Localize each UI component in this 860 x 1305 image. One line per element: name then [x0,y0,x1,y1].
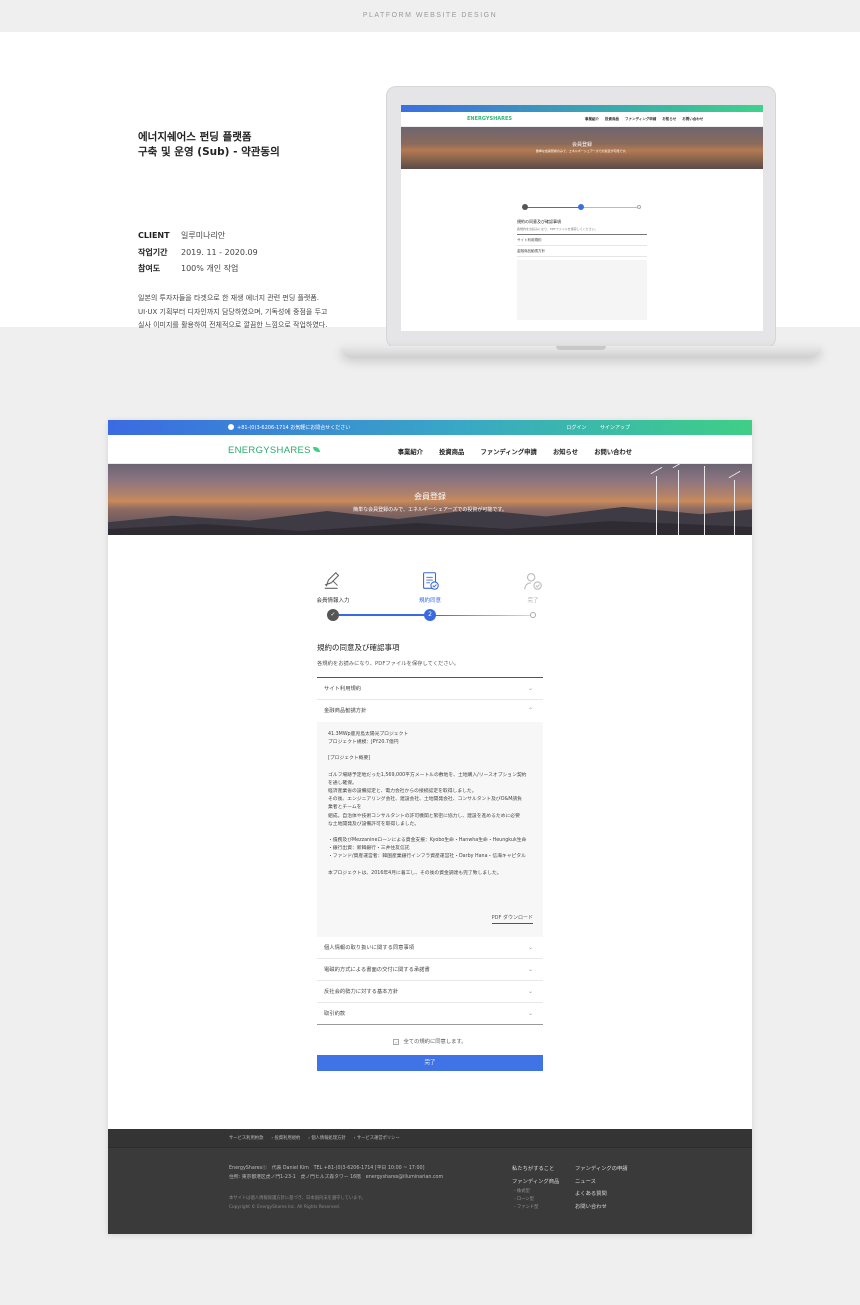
footer-link-products[interactable]: ファンディング商品 [512,1176,559,1189]
page-label: PLATFORM WEBSITE DESIGN [362,12,498,19]
footer-link-contact[interactable]: お問い合わせ [575,1201,628,1214]
footer-link-about[interactable]: 私たちがすること [512,1163,559,1176]
site-logo[interactable]: ENERGYSHARES [228,445,320,456]
nav-item-news[interactable]: お知らせ [553,449,578,456]
top-bar: +81-(0)3-6206-1714 お気軽にお問合せください ログイン サイン… [108,420,752,435]
accordion-antisocial[interactable]: 反社会的勢力に対する基本方針 ⌄ [317,981,543,1003]
mini-nav: ENERGYSHARES 事業紹介 投資商品 ファンディング申請 お知らせ お問い合わせ [401,112,763,127]
section-subtitle: 各規約をお読みになり、PDFファイルを保存してください。 [317,661,460,667]
project-title: 에너지쉐어스 펀딩 플랫폼 구축 및 운영 (Sub) - 약관동의 [138,131,280,158]
mini-menu: 事業紹介 投資商品 ファンディング申請 お知らせ お問い合わせ [585,117,704,121]
site-page: +81-(0)3-6206-1714 お気軽にお問合せください ログイン サイン… [108,420,752,1234]
terms-accordion: サイト利用規約 ⌄ 金融商品勧誘方針 ⌃ 41.3MWp鹿児島太陽光プロジェクト プ… [317,677,543,1025]
step1-check-icon: ✓ [327,609,339,621]
footer-company-info: EnergySharesⓒ 代表 Daniel Kim TEL +81-(0)3… [229,1166,444,1180]
pencil-form-icon [324,571,340,589]
footer-link-apply[interactable]: ファンディングの申請 [575,1163,628,1176]
phone-icon [228,424,234,430]
step3-dot [530,612,536,618]
step2-number: 2 [424,609,436,621]
main-nav: ENERGYSHARES 事業紹介 投資商品 ファンディング申請 お知らせ お問… [108,435,752,464]
hero-subtitle: 簡単な会員登録のみで、エネルギーシェアーズでの投資が可能です。 [353,507,507,513]
footer-col-2: ファンディングの申請 ニュース よくある質問 お問い合わせ [575,1163,628,1213]
footer-link-policy[interactable]: サービス運営ポリシー [357,1136,400,1141]
accordion-electronic-docs[interactable]: 電磁的方式による書面の交付に関する承諾書 ⌄ [317,959,543,981]
nav-item-funding[interactable]: ファンディング申請 [481,449,537,456]
site-footer: サービス利用約款 › 投資利用規約 › 個人情報処理方針 › サービス運営ポリシー E… [108,1129,752,1234]
document-check-icon [423,572,439,590]
complete-button[interactable]: 完了 [317,1055,543,1071]
chevron-down-icon: ⌄ [527,944,533,951]
signup-link[interactable]: サインアップ [600,425,630,431]
accordion-site-terms[interactable]: サイト利用規約 ⌄ [317,678,543,700]
footer-copyright: 本サイトは個人情報保護方針に基づき、日本国内法を遵守しています。 Copyrig… [229,1196,366,1210]
login-link[interactable]: ログイン [566,425,586,431]
leaf-icon [312,447,320,452]
step-member-info: 会員情報入力 [303,570,363,604]
footer-link-faq[interactable]: よくある質問 [575,1188,628,1201]
chevron-down-icon: ⌄ [527,966,533,973]
footer-col-1: 私たちがすること ファンディング商品 - 株式型 - ローン型 - ファンド型 [512,1163,559,1212]
accordion-solicitation-policy[interactable]: 金融商品勧誘方針 ⌃ [317,700,543,722]
pdf-download-link[interactable]: PDF ダウンロード [491,914,533,924]
chevron-up-icon: ⌃ [527,707,533,714]
accordion-content: 41.3MWp鹿児島太陽光プロジェクト プロジェクト規模：JPY20.7億円 [… [317,722,543,937]
mini-logo: ENERGYSHARES [467,116,513,122]
user-check-icon [524,573,542,590]
progress-steps: 会員情報入力 規約同意 完了 ✓ 2 [316,570,543,626]
chevron-down-icon: ⌄ [527,685,533,692]
section-title: 規約の同意及び確認事項 [317,643,400,652]
project-description: 일본의 투자자들을 타겟으로 한 재생 에너지 관련 펀딩 플랫폼. UI·UX… [138,294,328,329]
content-area: 会員情報入力 規約同意 完了 ✓ 2 規約の同意及び確認事項 各規約をお読みにな… [316,570,543,1071]
footer-link-invest[interactable]: 投資利用規約 [274,1136,300,1141]
mini-hero: 会員登録 簡単な会員登録のみで、エネルギーシェアーズでの投資が可能です。 [401,127,763,169]
laptop-screen: ENERGYSHARES 事業紹介 投資商品 ファンディング申請 お知らせ お問い合わせ… [401,105,763,331]
project-meta: CLIENT 일루미나리안 작업기간 2019. 11 - 2020.09 참여도 1… [138,231,258,273]
footer-link-service[interactable]: サービス利用約款 [229,1136,263,1141]
hero-banner: 会員登録 簡単な会員登録のみで、エネルギーシェアーズでの投資が可能です。 [108,464,752,535]
mini-body: 規約の同意及び確認事項 各規約をお読みになり、PDFファイルを保存してください。… [401,219,763,320]
footer-link-news[interactable]: ニュース [575,1176,628,1189]
mini-topbar [401,105,763,112]
accordion-trading-terms[interactable]: 取引約款 ⌄ [317,1003,543,1025]
nav-item-contact[interactable]: お問い合わせ [594,449,632,456]
hero-title: 会員登録 [414,492,446,501]
footer-links: サービス利用約款 › 投資利用規約 › 個人情報処理方針 › サービス運営ポリシー [108,1129,752,1148]
chevron-down-icon: ⌄ [527,988,533,995]
step-agreement: 規約同意 [400,570,460,604]
agree-checkbox[interactable]: ✓ [393,1039,400,1045]
chevron-down-icon: ⌄ [527,1010,533,1017]
nav-item-business[interactable]: 事業紹介 [398,449,423,456]
nav-item-products[interactable]: 投資商品 [439,449,464,456]
agree-all[interactable]: ✓ 全ての規約に同意します。 [317,1037,543,1045]
laptop-mockup: ENERGYSHARES 事業紹介 投資商品 ファンディング申請 お知らせ お問い合わせ… [386,86,776,348]
auth-links: ログイン サインアップ [554,424,630,431]
mini-steps [401,169,763,219]
accordion-privacy[interactable]: 個人情報の取り扱いに関する同意事項 ⌄ [317,937,543,959]
step-complete: 完了 [503,570,563,604]
footer-link-privacy[interactable]: 個人情報処理方針 [311,1136,345,1141]
phone-info: +81-(0)3-6206-1714 お気軽にお問合せください [228,424,350,431]
nav-menu: 事業紹介 投資商品 ファンディング申請 お知らせ お問い合わせ [384,447,632,456]
laptop-notch [556,346,606,350]
